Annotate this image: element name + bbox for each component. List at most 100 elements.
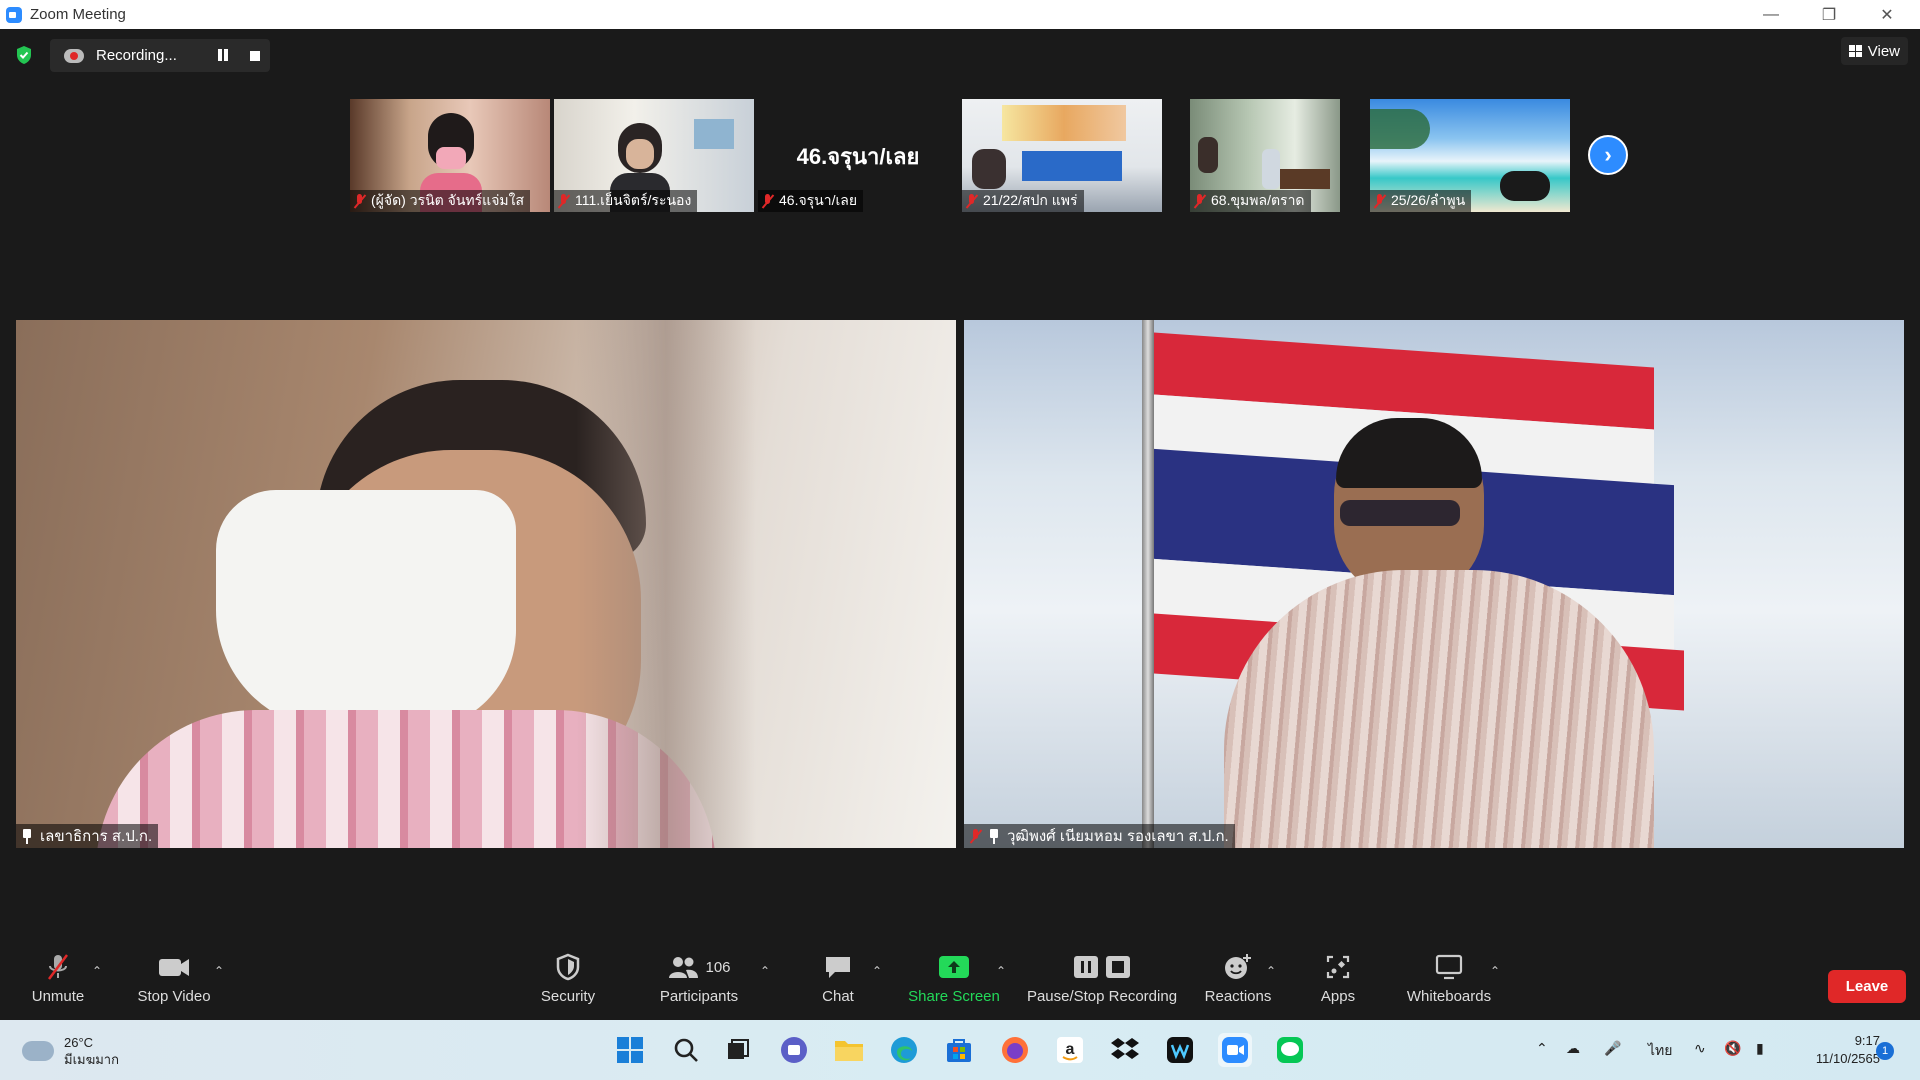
restore-button[interactable]: ❐	[1800, 0, 1858, 29]
leave-button[interactable]: Leave	[1828, 970, 1906, 1003]
windows-taskbar: 26°C มีเมฆมาก a ⌃ ☁ 🎤 ไทย ∿ �	[0, 1020, 1920, 1080]
notification-badge[interactable]: 1	[1876, 1042, 1894, 1060]
firefox-icon[interactable]	[998, 1033, 1032, 1067]
participant-tile[interactable]: (ผู้จัด) วรนิต จันทร์แจ่มใส	[350, 99, 550, 212]
system-clock[interactable]: 9:17 11/10/2565	[1816, 1032, 1880, 1068]
mic-muted-icon	[966, 193, 977, 209]
minimize-button[interactable]: —	[1742, 0, 1800, 29]
participant-name: วุฒิพงศ์ เนียมหอม รองเลขา ส.ป.ก.	[964, 824, 1235, 848]
zoom-taskbar-icon[interactable]	[1218, 1033, 1252, 1067]
mic-muted-icon	[558, 193, 569, 209]
dropbox-icon[interactable]	[1108, 1033, 1142, 1067]
meeting-toolbar: Unmute ⌃ Stop Video ⌃ Security 106 Parti…	[0, 922, 1920, 1020]
recording-status: Recording...	[96, 47, 177, 64]
view-label: View	[1867, 42, 1900, 60]
share-screen-button[interactable]: Share Screen	[908, 952, 1000, 1014]
share-options-caret[interactable]: ⌃	[996, 964, 1006, 978]
share-screen-icon	[938, 952, 970, 982]
video-options-caret[interactable]: ⌃	[214, 964, 224, 978]
video-camera-icon	[157, 952, 191, 982]
participant-tile[interactable]: 46.จรุนา/เลย 46.จรุนา/เลย	[758, 99, 958, 212]
chevron-right-icon: ›	[1604, 142, 1612, 167]
participant-name: 111.เย็นจิตร์/ระนอง	[554, 190, 698, 212]
whiteboards-options-caret[interactable]: ⌃	[1490, 964, 1500, 978]
recording-controls-icon	[1073, 952, 1131, 982]
speaker-muted-icon[interactable]: 🔇	[1724, 1040, 1741, 1057]
apps-icon	[1325, 952, 1351, 982]
wifi-icon[interactable]: ∿	[1694, 1040, 1706, 1057]
participant-tile[interactable]: 25/26/ลำพูน	[1370, 99, 1570, 212]
onedrive-icon[interactable]: ☁	[1566, 1040, 1580, 1057]
shield-icon	[555, 952, 581, 982]
mic-muted-icon	[1374, 193, 1385, 209]
apps-button[interactable]: Apps	[1318, 952, 1358, 1014]
mic-muted-icon	[354, 193, 365, 209]
stop-recording-button[interactable]	[250, 51, 260, 61]
meeting-area: Recording... View (ผู้จัด) วรนิต จันทร์แ…	[0, 29, 1920, 1020]
cloud-icon	[22, 1041, 54, 1061]
participants-count: 106	[705, 958, 731, 976]
windows-start-icon[interactable]	[613, 1033, 647, 1067]
unmute-button[interactable]: Unmute	[28, 952, 88, 1014]
amazon-icon[interactable]: a	[1053, 1033, 1087, 1067]
title-bar: Zoom Meeting — ❐ ✕	[0, 0, 1920, 29]
participant-tile[interactable]: 68.ขุมพล/ตราด	[1190, 99, 1340, 212]
shield-icon[interactable]	[15, 45, 33, 65]
webex-icon[interactable]	[1163, 1033, 1197, 1067]
zoom-app-icon	[6, 6, 22, 23]
grid-icon	[1848, 45, 1862, 57]
reactions-button[interactable]: Reactions	[1204, 952, 1272, 1014]
svg-text:a: a	[1066, 1041, 1075, 1058]
chat-button[interactable]: Chat	[818, 952, 858, 1014]
participant-name: (ผู้จัด) วรนิต จันทร์แจ่มใส	[350, 190, 531, 212]
view-button[interactable]: View	[1840, 37, 1908, 65]
file-explorer-icon[interactable]	[832, 1033, 866, 1067]
weather-desc: มีเมฆมาก	[64, 1052, 119, 1067]
recording-indicator: Recording...	[50, 39, 270, 72]
show-hidden-icons-chevron[interactable]: ⌃	[1536, 1040, 1548, 1057]
clock-time: 9:17	[1854, 1033, 1880, 1048]
line-app-icon[interactable]	[1273, 1033, 1307, 1067]
mic-muted-icon	[43, 952, 73, 982]
chat-icon	[823, 952, 853, 982]
cloud-recording-icon	[64, 48, 84, 63]
weather-widget[interactable]: 26°C มีเมฆมาก	[22, 1034, 119, 1068]
teams-chat-icon[interactable]	[777, 1033, 811, 1067]
main-video-tile[interactable]: วุฒิพงศ์ เนียมหอม รองเลขา ส.ป.ก.	[964, 320, 1904, 848]
whiteboard-icon	[1434, 952, 1464, 982]
search-icon[interactable]	[669, 1033, 703, 1067]
next-page-button[interactable]: ›	[1588, 135, 1628, 175]
participant-tile[interactable]: 111.เย็นจิตร์/ระนอง	[554, 99, 754, 212]
battery-icon[interactable]: ▮	[1756, 1040, 1764, 1057]
participants-options-caret[interactable]: ⌃	[760, 964, 770, 978]
stop-video-button[interactable]: Stop Video	[136, 952, 212, 1014]
smiley-icon	[1223, 952, 1253, 982]
participant-name: เลขาธิการ ส.ป.ก.	[16, 824, 159, 848]
audio-options-caret[interactable]: ⌃	[92, 964, 102, 978]
participant-tile[interactable]: 21/22/สปก แพร่	[962, 99, 1162, 212]
task-view-icon[interactable]	[721, 1033, 755, 1067]
participants-button[interactable]: 106 Participants	[656, 952, 742, 1014]
whiteboards-button[interactable]: Whiteboards	[1404, 952, 1494, 1014]
security-button[interactable]: Security	[536, 952, 600, 1014]
close-window-button[interactable]: ✕	[1858, 0, 1916, 29]
participant-name: 21/22/สปก แพร่	[962, 190, 1084, 212]
microphone-icon[interactable]: 🎤	[1604, 1040, 1621, 1057]
mic-muted-icon	[970, 828, 981, 844]
window-title: Zoom Meeting	[30, 6, 126, 23]
microsoft-store-icon[interactable]	[942, 1033, 976, 1067]
reactions-options-caret[interactable]: ⌃	[1266, 964, 1276, 978]
participant-display-name: 46.จรุนา/เลย	[796, 144, 920, 169]
main-video-tile[interactable]: เลขาธิการ ส.ป.ก.	[16, 320, 956, 848]
participant-name: 25/26/ลำพูน	[1370, 190, 1472, 212]
participants-icon	[669, 957, 699, 978]
pause-recording-button[interactable]	[216, 49, 230, 62]
pin-icon	[22, 828, 32, 844]
edge-browser-icon[interactable]	[887, 1033, 921, 1067]
pause-stop-recording-button[interactable]: Pause/Stop Recording	[1026, 952, 1178, 1014]
chat-options-caret[interactable]: ⌃	[872, 964, 882, 978]
mic-muted-icon	[762, 193, 773, 209]
mic-muted-icon	[1194, 193, 1205, 209]
participant-name: 46.จรุนา/เลย	[758, 190, 864, 212]
input-language[interactable]: ไทย	[1648, 1040, 1672, 1062]
